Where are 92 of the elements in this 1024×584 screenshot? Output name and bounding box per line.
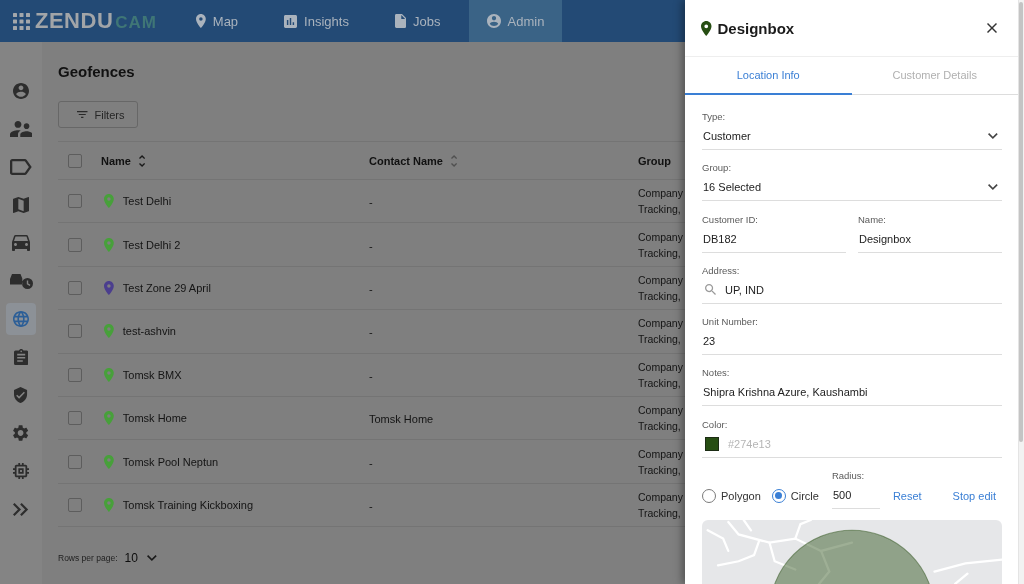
car-icon: [12, 235, 30, 251]
name-cell: Test Delhi 2: [122, 238, 181, 251]
car-clock-icon: [9, 273, 33, 289]
link-button[interactable]: Stop edit: [952, 482, 996, 510]
radio-option[interactable]: Polygon: [702, 482, 761, 510]
contact-cell: Tomsk Home: [369, 413, 434, 426]
name-cell: Tomsk BMX: [122, 368, 182, 381]
filters-button[interactable]: Filters: [58, 101, 138, 128]
tag-icon: [10, 159, 32, 175]
group-cell-text: Company Tracking,: [638, 272, 684, 304]
nav-tab[interactable]: Map: [178, 0, 257, 42]
filter-icon: [77, 111, 88, 118]
map-icon: [13, 197, 29, 213]
field-label: Color:: [702, 418, 729, 431]
link-button[interactable]: Reset: [892, 482, 922, 510]
checkbox[interactable]: [68, 280, 82, 295]
contact-cell: -: [369, 326, 373, 339]
document-icon: [394, 14, 407, 28]
name-cell: Test Zone 29 April: [122, 281, 211, 294]
apps-grid-icon[interactable]: [13, 12, 30, 30]
checkbox[interactable]: [68, 237, 82, 252]
field-label: Unit Number:: [702, 316, 759, 329]
rows-per-page-label: Rows per page:: [58, 553, 118, 564]
double-chevron-icon: [13, 502, 29, 516]
checkbox[interactable]: [68, 454, 82, 469]
panel-tab[interactable]: Location Info: [685, 57, 852, 95]
column-header[interactable]: Name: [101, 154, 146, 167]
rows-per-page-select[interactable]: 10: [124, 551, 157, 566]
name-cell: Test Delhi: [122, 195, 172, 208]
people-icon: [9, 121, 33, 137]
select-field[interactable]: Customer: [702, 123, 1002, 150]
name-cell: Tomsk Pool Neptun: [122, 455, 219, 468]
checkbox[interactable]: [68, 153, 82, 168]
sidebar-item[interactable]: [6, 303, 36, 335]
bar-chart-icon: [284, 14, 298, 28]
text-field[interactable]: Shipra Krishna Azure, Kaushambi: [702, 379, 1002, 407]
text-field[interactable]: 23: [702, 328, 1002, 356]
field-label: Notes:: [702, 367, 731, 380]
column-header[interactable]: Contact Name: [369, 154, 458, 167]
field-label: Radius:: [831, 470, 866, 483]
contact-cell: -: [369, 282, 373, 295]
shield-check-icon: [14, 387, 28, 403]
contact-cell: -: [369, 499, 373, 512]
group-cell-text: Company Tracking,: [638, 489, 684, 521]
field-label: Type:: [702, 111, 727, 123]
group-cell-text: Company Tracking,: [638, 403, 684, 435]
text-field[interactable]: DB182: [702, 225, 846, 253]
checkbox[interactable]: [68, 497, 82, 512]
search-field[interactable]: UP, IND: [702, 276, 1002, 304]
select-field[interactable]: 16 Selected: [702, 174, 1002, 202]
name-cell: Tomsk Training Kickboxing: [122, 498, 254, 511]
column-header: Group: [638, 154, 671, 167]
page-title: Geofences: [58, 62, 135, 82]
name-cell: test-ashvin: [122, 325, 176, 338]
nav-tab[interactable]: Admin: [468, 0, 563, 42]
name-cell: Tomsk Home: [122, 412, 187, 425]
nav-tab[interactable]: Jobs: [376, 0, 459, 42]
map-pin-icon: [196, 14, 206, 28]
group-cell-text: Company Tracking,: [638, 446, 684, 478]
nav-tab[interactable]: Insights: [266, 0, 367, 42]
chip-icon: [13, 463, 29, 479]
checkbox[interactable]: [68, 411, 82, 426]
panel-title: Designbox: [717, 19, 796, 37]
contact-cell: -: [369, 239, 373, 252]
checkbox[interactable]: [68, 324, 82, 339]
field-label: Customer ID:: [702, 213, 759, 226]
radius-field[interactable]: 500: [831, 482, 880, 510]
checkbox[interactable]: [68, 194, 82, 209]
search-icon: [705, 284, 716, 296]
field-label: Address:: [702, 264, 741, 277]
text-field[interactable]: Designbox: [858, 225, 1002, 253]
contact-cell: -: [369, 369, 373, 382]
close-icon: [987, 23, 997, 33]
globe-icon: [13, 311, 29, 327]
chevron-down-icon: [988, 133, 998, 139]
contact-cell: -: [369, 456, 373, 469]
group-cell-text: Company Tracking,: [638, 316, 684, 348]
contact-cell: -: [369, 196, 373, 209]
color-swatch-icon: [705, 436, 719, 451]
checkbox[interactable]: [68, 367, 82, 382]
settings-icon: [13, 425, 29, 441]
group-cell-text: Company Tracking,: [638, 229, 684, 261]
map-pin-icon: [701, 20, 712, 36]
field-label: Name:: [858, 213, 887, 226]
group-cell-text: Company Tracking,: [638, 359, 684, 391]
radio-option[interactable]: Circle: [771, 482, 819, 510]
clipboard-icon: [13, 349, 29, 365]
field-label: Group:: [702, 162, 733, 175]
scrollbar-thumb[interactable]: [1019, 2, 1023, 442]
chevron-down-icon: [988, 184, 998, 191]
chevron-down-icon: [146, 555, 157, 562]
group-cell-text: Company Tracking,: [638, 186, 684, 218]
